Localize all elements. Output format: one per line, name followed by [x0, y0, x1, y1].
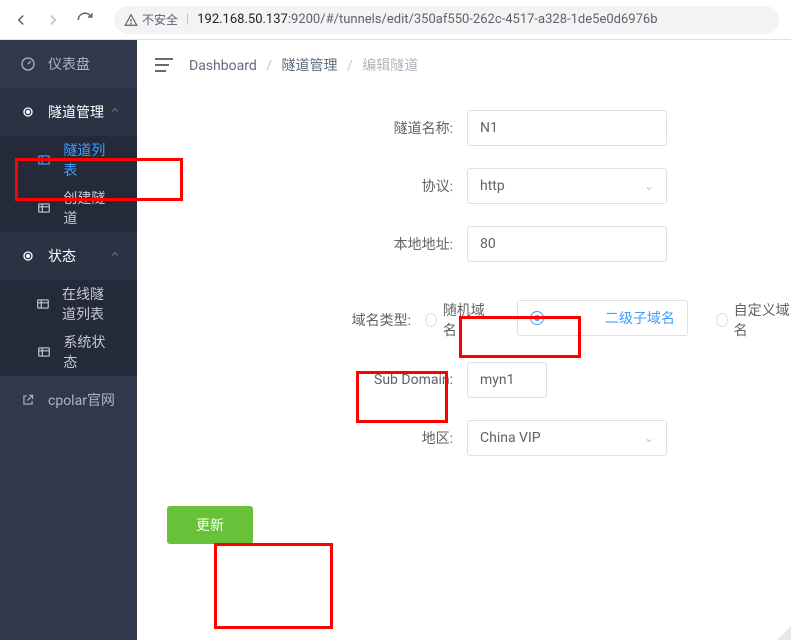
- topbar: Dashboard / 隧道管理 / 编辑隧道: [137, 40, 791, 90]
- tunnel-name-label: 隧道名称:: [137, 118, 467, 138]
- url-text: 192.168.50.137:9200/#/tunnels/edit/350af…: [197, 12, 657, 27]
- circle-icon: [20, 104, 36, 120]
- subdomain-label: Sub Domain:: [137, 372, 467, 388]
- edit-tunnel-form: 隧道名称: 协议: http⌄ 本地地址: 域名类型: 随机域名 二级子域名 自…: [137, 90, 791, 544]
- circle-icon: [20, 248, 36, 264]
- hamburger-icon[interactable]: [155, 58, 173, 72]
- local-addr-label: 本地地址:: [137, 234, 467, 254]
- update-button[interactable]: 更新: [167, 506, 253, 544]
- local-addr-input[interactable]: [467, 226, 667, 262]
- table-icon: [36, 296, 50, 312]
- tunnel-name-input[interactable]: [467, 110, 667, 146]
- sidebar-item-tunnel-list[interactable]: 隧道列表: [0, 136, 137, 184]
- reload-button[interactable]: [76, 11, 94, 29]
- table-icon: [36, 200, 51, 216]
- sidebar-item-status[interactable]: 状态: [0, 232, 137, 280]
- domain-type-label: 域名类型:: [137, 310, 425, 330]
- insecure-label: 不安全: [142, 11, 178, 28]
- crumb-tunnel-mgmt[interactable]: 隧道管理: [281, 58, 337, 74]
- chevron-down-icon: ⌄: [644, 179, 654, 193]
- forward-button[interactable]: [44, 11, 62, 29]
- sidebar-item-tunnel-mgmt[interactable]: 隧道管理: [0, 88, 137, 136]
- crumb-current: 编辑隧道: [362, 58, 418, 74]
- sidebar-item-system-status[interactable]: 系统状态: [0, 328, 137, 376]
- resize-handle-icon: [777, 626, 791, 640]
- sidebar-item-label: 仪表盘: [48, 54, 90, 74]
- sidebar-item-dashboard[interactable]: 仪表盘: [0, 40, 137, 88]
- sidebar-item-label: cpolar官网: [48, 390, 115, 410]
- chevron-down-icon: ⌄: [644, 431, 654, 445]
- crumb-dashboard[interactable]: Dashboard: [189, 58, 257, 74]
- table-icon: [36, 344, 51, 360]
- table-icon: [36, 152, 51, 168]
- sidebar-item-online-tunnels[interactable]: 在线隧道列表: [0, 280, 137, 328]
- sidebar-item-label: 创建隧道: [63, 188, 117, 228]
- region-select[interactable]: China VIP⌄: [467, 420, 667, 456]
- radio-random-domain[interactable]: 随机域名: [425, 300, 488, 340]
- chevron-up-icon: [109, 248, 121, 264]
- protocol-select[interactable]: http⌄: [467, 168, 667, 204]
- radio-custom-domain[interactable]: 自定义域名: [716, 300, 791, 340]
- sidebar: 仪表盘 隧道管理 隧道列表 创建隧道 状态 在线隧道列表 系统状态: [0, 40, 137, 640]
- sidebar-item-label: 隧道管理: [48, 102, 104, 122]
- subdomain-input[interactable]: [467, 362, 547, 398]
- sidebar-item-label: 状态: [48, 246, 76, 266]
- domain-type-radio-group: 随机域名 二级子域名 自定义域名: [425, 300, 791, 340]
- sidebar-item-create-tunnel[interactable]: 创建隧道: [0, 184, 137, 232]
- browser-toolbar: 不安全 | 192.168.50.137:9200/#/tunnels/edit…: [0, 0, 791, 40]
- address-bar[interactable]: 不安全 | 192.168.50.137:9200/#/tunnels/edit…: [114, 6, 779, 34]
- sidebar-item-label: 隧道列表: [63, 140, 117, 180]
- protocol-label: 协议:: [137, 176, 467, 196]
- gauge-icon: [20, 56, 36, 72]
- sidebar-item-label: 在线隧道列表: [62, 284, 117, 324]
- sidebar-item-official-site[interactable]: cpolar官网: [0, 376, 137, 424]
- sidebar-item-label: 系统状态: [63, 332, 117, 372]
- warning-triangle-icon: [124, 13, 138, 27]
- back-button[interactable]: [12, 11, 30, 29]
- chevron-up-icon: [109, 104, 121, 120]
- region-label: 地区:: [137, 428, 467, 448]
- insecure-badge: 不安全: [124, 11, 178, 28]
- main-content: Dashboard / 隧道管理 / 编辑隧道 隧道名称: 协议: http⌄ …: [137, 40, 791, 640]
- breadcrumb: Dashboard / 隧道管理 / 编辑隧道: [189, 55, 418, 75]
- external-link-icon: [20, 392, 36, 408]
- radio-subdomain[interactable]: 二级子域名: [517, 300, 688, 336]
